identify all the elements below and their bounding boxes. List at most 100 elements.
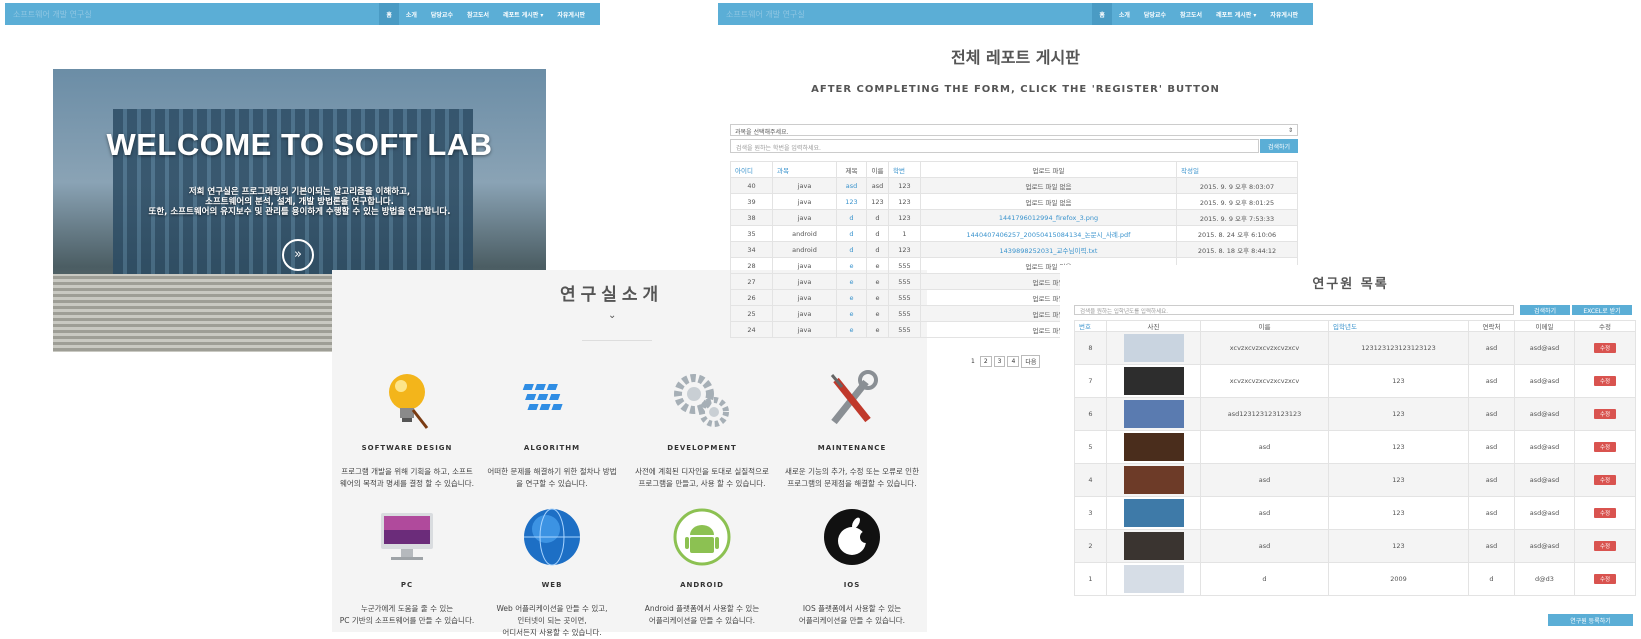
cell-email: asd@asd: [1514, 364, 1575, 398]
cell-title-link[interactable]: d: [836, 225, 867, 242]
cell-title-link[interactable]: e: [836, 273, 867, 290]
cell-year: 123: [1328, 529, 1469, 563]
col-no[interactable]: 번호: [1074, 320, 1107, 332]
cell-number: 555: [888, 321, 921, 338]
cell-title-link[interactable]: asd: [836, 177, 867, 194]
col-year[interactable]: 입학년도: [1328, 320, 1469, 332]
cell-no: 2: [1074, 529, 1107, 563]
hero-title: WELCOME TO SOFT LAB: [106, 127, 493, 162]
cell-no: 3: [1074, 496, 1107, 530]
nav-item-books[interactable]: 참고도서: [1173, 3, 1209, 25]
table-row: 34 android d d 123 1439898252031_교수님이력.txt 201…: [730, 241, 1298, 258]
col-phone: 연락처: [1468, 320, 1515, 332]
brand[interactable]: 소프트웨어 개발 연구실: [726, 9, 805, 20]
page-1[interactable]: 1: [968, 357, 978, 366]
page-2[interactable]: 2: [979, 356, 992, 367]
cell-photo: [1106, 364, 1201, 398]
page-4[interactable]: 4: [1007, 356, 1020, 367]
cell-no: 8: [1074, 331, 1107, 365]
nav-item-professor[interactable]: 담당교수: [424, 3, 460, 25]
cell-name: d: [866, 225, 889, 242]
subject-select[interactable]: 과목을 선택해주세요. ⇕: [730, 124, 1298, 136]
scroll-down-icon[interactable]: »: [282, 239, 314, 271]
cell-name: 123: [866, 193, 889, 210]
table-row: 40 java asd asd 123 업로드 파일 없음 2015. 9. 9 오후 8:…: [730, 177, 1298, 194]
feature-pc: PC 누군가에게 도움을 줄 수 있는 PC 기반의 소프트웨어를 만들 수 있습…: [332, 507, 482, 627]
cell-year: 123: [1328, 430, 1469, 464]
cell-phone: d: [1468, 562, 1515, 596]
intro-title: 연구실소개: [560, 285, 664, 305]
cell-email: asd@asd: [1514, 331, 1575, 365]
edit-button[interactable]: 수정: [1593, 409, 1617, 419]
page-next[interactable]: 다음: [1021, 355, 1041, 368]
student-search-input[interactable]: 검색을 원하는 학번을 입력하세요.: [730, 139, 1259, 153]
table-row: 1 d 2009 d d@d3 수정: [1074, 562, 1636, 596]
cell-title-link[interactable]: e: [836, 257, 867, 274]
search-button[interactable]: 검색하기: [1260, 139, 1298, 153]
nav-item-report-board[interactable]: 레포트 게시판 ▾: [496, 3, 550, 25]
cell-edit: 수정: [1574, 463, 1636, 497]
cell-number: 555: [888, 305, 921, 322]
subject-select-value: 과목을 선택해주세요.: [735, 129, 789, 136]
table-row: 3 asd 123 asd asd@asd 수정: [1074, 496, 1636, 530]
col-id[interactable]: 아이디: [730, 161, 773, 178]
excel-download-button[interactable]: EXCEL로 받기: [1572, 305, 1632, 315]
cell-title-link[interactable]: d: [836, 241, 867, 258]
cell-name: e: [866, 289, 889, 306]
nav-item-books[interactable]: 참고도서: [460, 3, 496, 25]
cell-id: 38: [730, 209, 773, 226]
cell-email: asd@asd: [1514, 463, 1575, 497]
member-photo: [1123, 466, 1184, 494]
cell-phone: asd: [1468, 430, 1515, 464]
edit-button[interactable]: 수정: [1593, 574, 1617, 584]
cell-title-link[interactable]: e: [836, 321, 867, 338]
cell-edit: 수정: [1574, 331, 1636, 365]
page-3[interactable]: 3: [993, 356, 1006, 367]
nav-item-free-board[interactable]: 자유게시판: [550, 3, 592, 25]
cell-title-link[interactable]: e: [836, 305, 867, 322]
nav-item-free-board[interactable]: 자유게시판: [1263, 3, 1305, 25]
cell-id: 24: [730, 321, 773, 338]
cell-subject: java: [772, 289, 837, 306]
search-button[interactable]: 검색하기: [1520, 305, 1570, 315]
cell-subject: java: [772, 273, 837, 290]
feature-desc: 새로운 기능의 추가, 수정 또는 오류로 인한 프로그램의 문제점을 해결할 수…: [785, 467, 919, 488]
cell-edit: 수정: [1574, 562, 1636, 596]
edit-button[interactable]: 수정: [1593, 442, 1617, 452]
member-photo: [1123, 532, 1184, 560]
cell-photo: [1106, 562, 1201, 596]
col-number[interactable]: 학번: [888, 161, 921, 178]
member-photo: [1123, 400, 1184, 428]
brand[interactable]: 소프트웨어 개발 연구실: [13, 9, 92, 20]
feature-maintenance: MAINTENANCE 새로운 기능의 추가, 수정 또는 오류로 인한 프로그램…: [777, 370, 927, 490]
cell-photo: [1106, 331, 1201, 365]
nav-item-intro[interactable]: 소개: [399, 3, 424, 25]
col-edit: 수정: [1574, 320, 1636, 332]
edit-button[interactable]: 수정: [1593, 343, 1617, 353]
cell-title-link[interactable]: 123: [836, 193, 867, 210]
cell-title-link[interactable]: e: [836, 289, 867, 306]
nav-item-report-board[interactable]: 레포트 게시판 ▾: [1209, 3, 1263, 25]
cell-file[interactable]: 1440407406257_20050415084134_논문시_사례.pdf: [920, 225, 1177, 242]
col-subject[interactable]: 과목: [772, 161, 837, 178]
register-member-button[interactable]: 연구원 등록하기: [1548, 614, 1633, 626]
edit-button[interactable]: 수정: [1593, 475, 1617, 485]
cell-file[interactable]: 1439898252031_교수님이력.txt: [920, 241, 1177, 258]
cell-title-link[interactable]: d: [836, 209, 867, 226]
edit-button[interactable]: 수정: [1593, 541, 1617, 551]
globe-icon: [524, 508, 580, 566]
edit-button[interactable]: 수정: [1593, 508, 1617, 518]
nav-item-professor[interactable]: 담당교수: [1137, 3, 1173, 25]
nav-item-intro[interactable]: 소개: [1112, 3, 1137, 25]
cell-no: 4: [1074, 463, 1107, 497]
year-search-input[interactable]: 검색을 원하는 입학년도를 입력하세요.: [1074, 305, 1514, 315]
cell-date: 2015. 8. 18 오후 8:44:12: [1176, 241, 1298, 258]
nav-item-home[interactable]: 홈: [1092, 3, 1112, 25]
cell-subject: java: [772, 209, 837, 226]
cell-date: 2015. 9. 9 오후 8:03:07: [1176, 177, 1298, 194]
cell-file[interactable]: 1441796012994_firefox_3.png: [920, 209, 1177, 226]
nav-item-home[interactable]: 홈: [379, 3, 399, 25]
edit-button[interactable]: 수정: [1593, 376, 1617, 386]
col-date[interactable]: 작성일: [1176, 161, 1298, 178]
feature-title: MAINTENANCE: [817, 444, 887, 452]
